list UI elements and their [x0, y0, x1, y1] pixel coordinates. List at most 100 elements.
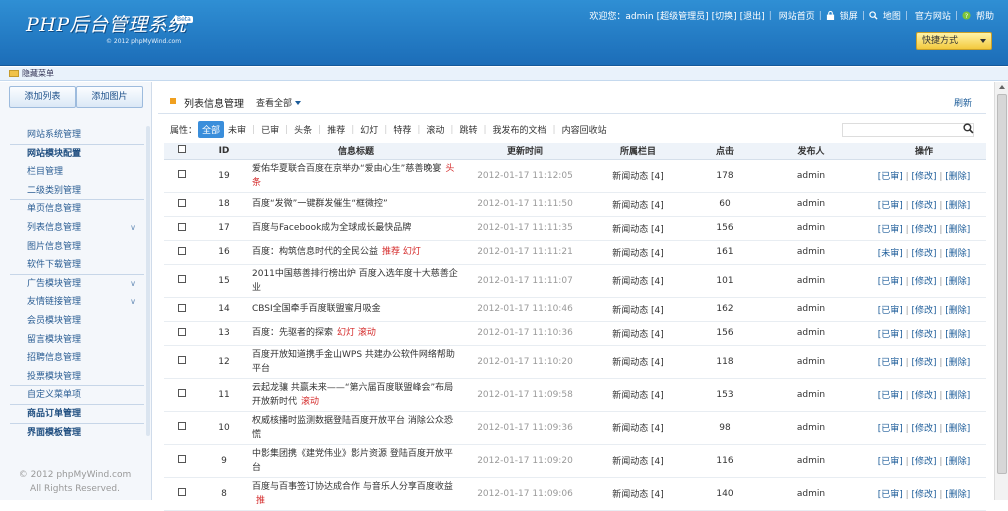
row-checkbox[interactable]: [178, 488, 186, 496]
edit-link[interactable]: [修改]: [911, 277, 936, 287]
delete-link[interactable]: [删除]: [945, 358, 970, 368]
row-checkbox[interactable]: [178, 275, 186, 283]
sidebar-item[interactable]: 图片信息管理: [10, 238, 144, 257]
edit-link[interactable]: [修改]: [911, 225, 936, 235]
title-link[interactable]: 百度开放知道携手金山WPS 共建办公软件网络帮助平台: [252, 350, 455, 374]
status-link[interactable]: [已审]: [878, 490, 903, 500]
row-checkbox[interactable]: [178, 455, 186, 463]
map-link[interactable]: 地图: [883, 9, 901, 22]
filter-tab[interactable]: 头条: [290, 121, 316, 138]
delete-link[interactable]: [删除]: [945, 490, 970, 500]
status-link[interactable]: [已审]: [878, 225, 903, 235]
row-checkbox[interactable]: [178, 327, 186, 336]
sidebar-item[interactable]: 留言模块管理: [10, 331, 144, 350]
sidebar-scrollbar[interactable]: [146, 126, 150, 436]
sidebar-item[interactable]: 界面模板管理: [10, 424, 144, 443]
row-checkbox[interactable]: [178, 170, 186, 178]
hide-menu-toggle[interactable]: 隐藏菜单: [9, 68, 54, 79]
edit-link[interactable]: [修改]: [911, 249, 936, 259]
edit-link[interactable]: [修改]: [911, 201, 936, 211]
view-all-dropdown[interactable]: 查看全部: [256, 96, 302, 109]
status-link[interactable]: [已审]: [878, 306, 903, 316]
row-checkbox[interactable]: [178, 356, 186, 364]
status-link[interactable]: [已审]: [878, 172, 903, 182]
switch-link[interactable]: [切换]: [712, 9, 737, 22]
status-link[interactable]: [已审]: [878, 277, 903, 287]
filter-tab[interactable]: 全部: [198, 121, 225, 138]
search-icon[interactable]: [963, 123, 974, 134]
refresh-link[interactable]: 刷新: [954, 96, 972, 109]
search-input[interactable]: [842, 123, 974, 137]
title-link[interactable]: 中影集团携《建党伟业》影片资源 登陆百度开放平台: [252, 449, 453, 473]
status-link[interactable]: [已审]: [878, 358, 903, 368]
row-checkbox[interactable]: [178, 198, 186, 207]
lock-link[interactable]: 锁屏: [840, 9, 858, 22]
select-all-checkbox[interactable]: [178, 145, 186, 154]
sidebar-item[interactable]: 招聘信息管理: [10, 349, 144, 368]
edit-link[interactable]: [修改]: [911, 391, 936, 401]
home-link[interactable]: 网站首页: [779, 9, 815, 22]
sidebar-item[interactable]: 单页信息管理: [10, 200, 144, 219]
status-link[interactable]: [已审]: [878, 330, 903, 340]
add-image-button[interactable]: 添加图片: [76, 86, 143, 108]
status-link[interactable]: [已审]: [878, 424, 903, 434]
delete-link[interactable]: [删除]: [945, 330, 970, 340]
edit-link[interactable]: [修改]: [911, 358, 936, 368]
sidebar-item[interactable]: 广告模块管理 ∨: [10, 275, 144, 294]
sidebar-item[interactable]: 自定义菜单项: [10, 386, 144, 405]
help-link[interactable]: 帮助: [976, 9, 994, 22]
title-link[interactable]: 百度“发微”一键群发催生“框微控”: [252, 199, 388, 209]
title-link[interactable]: CBSI全国牵手百度联盟蜜月吸金: [252, 304, 381, 314]
row-checkbox[interactable]: [178, 389, 186, 397]
sidebar-item[interactable]: 商品订单管理: [10, 405, 144, 424]
sidebar-item[interactable]: 投票模块管理: [10, 368, 144, 387]
official-site-link[interactable]: 官方网站: [915, 9, 951, 22]
filter-tab[interactable]: 幻灯: [356, 121, 382, 138]
scrollbar-thumb[interactable]: [997, 94, 1007, 474]
row-checkbox[interactable]: [178, 303, 186, 312]
shortcut-dropdown[interactable]: 快捷方式: [916, 32, 992, 50]
title-link[interactable]: 百度：先驱者的探索: [252, 328, 333, 338]
logout-link[interactable]: [退出]: [740, 9, 765, 22]
status-link[interactable]: [已审]: [878, 201, 903, 211]
title-link[interactable]: 云起龙骧 共赢未来——“第六届百度联盟峰会”布局开放新时代: [252, 383, 453, 407]
add-list-button[interactable]: 添加列表: [9, 86, 76, 108]
status-link[interactable]: [未审]: [878, 249, 903, 259]
edit-link[interactable]: [修改]: [911, 330, 936, 340]
filter-tab[interactable]: 内容回收站: [558, 121, 611, 138]
title-link[interactable]: 2011中国慈善排行榜出炉 百度入选年度十大慈善企业: [252, 269, 458, 293]
sidebar-item[interactable]: 友情链接管理 ∨: [10, 293, 144, 312]
delete-link[interactable]: [删除]: [945, 391, 970, 401]
title-link[interactable]: 爱佑华夏联合百度在京举办“爱由心生”慈善晚宴: [252, 164, 441, 174]
sidebar-item[interactable]: 会员模块管理: [10, 312, 144, 331]
title-link[interactable]: 百度与百事签订协达成合作 与音乐人分享百度收益: [252, 482, 453, 492]
row-checkbox[interactable]: [178, 422, 186, 430]
filter-tab[interactable]: 我发布的文档: [489, 121, 551, 138]
status-link[interactable]: [已审]: [878, 457, 903, 467]
sidebar-item[interactable]: 栏目管理: [10, 163, 144, 182]
page-scrollbar[interactable]: [994, 82, 1008, 500]
filter-tab[interactable]: 推荐: [323, 121, 349, 138]
delete-link[interactable]: [删除]: [945, 457, 970, 467]
row-checkbox[interactable]: [178, 222, 186, 231]
delete-link[interactable]: [删除]: [945, 172, 970, 182]
role-link[interactable]: [超级管理员]: [657, 9, 709, 22]
sidebar-item[interactable]: 软件下载管理: [10, 256, 144, 275]
scroll-up-icon[interactable]: [999, 85, 1005, 89]
title-link[interactable]: 百度：构筑信息时代的全民公益: [252, 247, 378, 257]
edit-link[interactable]: [修改]: [911, 457, 936, 467]
filter-tab[interactable]: 跳转: [455, 121, 481, 138]
delete-link[interactable]: [删除]: [945, 201, 970, 211]
edit-link[interactable]: [修改]: [911, 172, 936, 182]
delete-link[interactable]: [删除]: [945, 225, 970, 235]
filter-tab[interactable]: 已审: [257, 121, 283, 138]
edit-link[interactable]: [修改]: [911, 306, 936, 316]
delete-link[interactable]: [删除]: [945, 306, 970, 316]
row-checkbox[interactable]: [178, 246, 186, 255]
filter-tab[interactable]: 未审: [224, 121, 250, 138]
sidebar-item[interactable]: 网站系统管理: [10, 126, 144, 145]
edit-link[interactable]: [修改]: [911, 490, 936, 500]
sidebar-item[interactable]: 列表信息管理 ∨: [10, 219, 144, 238]
filter-tab[interactable]: 滚动: [422, 121, 448, 138]
sidebar-item[interactable]: 二级类别管理: [10, 182, 144, 201]
